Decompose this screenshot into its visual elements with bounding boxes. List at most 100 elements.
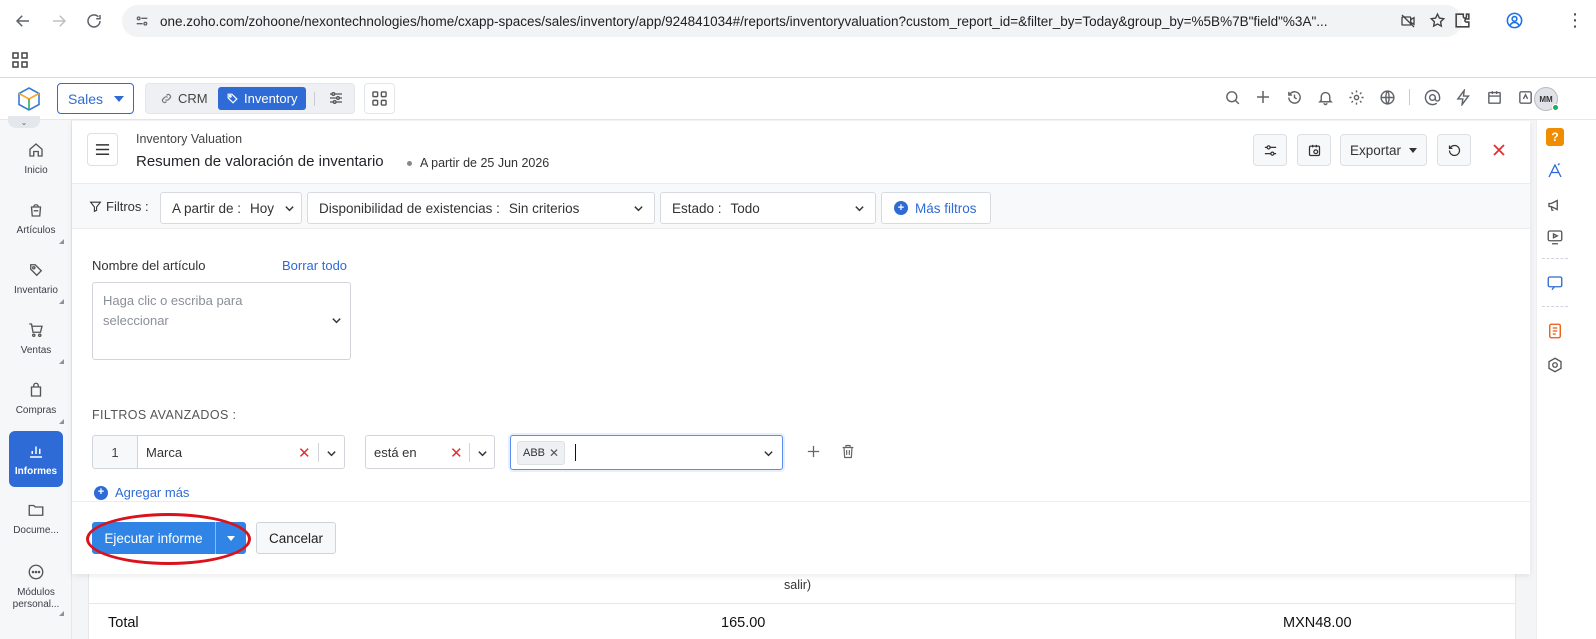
space-select[interactable]: Sales (57, 83, 134, 114)
clear-operator-icon[interactable]: ✕ (450, 444, 463, 462)
status-filter-label: Estado : (672, 200, 722, 216)
divider (1542, 306, 1568, 307)
more-filters-button[interactable]: + Más filtros (881, 192, 991, 224)
as-of-filter-value: Hoy (250, 200, 275, 216)
app-header: Sales CRM Inventory MM (0, 78, 1596, 120)
sidebar-item-purchases[interactable]: Compras (0, 370, 72, 426)
online-status-dot (1552, 104, 1559, 111)
sidebar-item-custom-modules[interactable]: Módulos personal... (0, 556, 72, 618)
sidebar-item-documents[interactable]: Docume... (0, 490, 72, 546)
sidebar-item-home[interactable]: Inicio (0, 130, 72, 186)
bookmarks-bar (0, 42, 1596, 78)
clear-field-icon[interactable]: ✕ (298, 444, 311, 462)
sliders-icon[interactable] (328, 90, 344, 109)
video-tutorial-icon[interactable] (1546, 228, 1564, 246)
schedule-icon (1308, 144, 1320, 156)
refresh-report-button[interactable] (1437, 134, 1471, 166)
sidebar-item-inventory[interactable]: Inventario (0, 250, 72, 306)
chevron-down-icon (327, 451, 336, 457)
funnel-icon (89, 201, 102, 213)
page-title: Resumen de valoración de inventario (136, 153, 384, 170)
reload-icon[interactable] (77, 4, 111, 38)
sidebar-item-label: Compras (15, 404, 57, 416)
customize-report-button[interactable] (1253, 134, 1287, 166)
submenu-corner-icon (59, 419, 64, 424)
trash-icon[interactable] (840, 443, 856, 463)
more-dots-icon (28, 564, 44, 580)
sidebar-item-reports[interactable]: Informes (9, 431, 63, 487)
criteria-value-input[interactable]: ABB ✕ (510, 435, 783, 470)
grid-icon (372, 91, 387, 106)
globe-icon[interactable] (1378, 88, 1396, 106)
notebook-icon[interactable] (1546, 322, 1564, 340)
plus-icon[interactable] (1254, 88, 1272, 106)
browser-menu-icon[interactable]: ⋮ (1566, 11, 1584, 29)
avatar[interactable]: MM (1534, 87, 1559, 111)
caret-down-icon (227, 535, 235, 541)
chevron-down-icon (764, 451, 773, 457)
back-icon[interactable] (6, 4, 40, 38)
left-sidebar: ⌄ Inicio Artículos Inventario Ventas Com… (0, 116, 72, 639)
zia-icon[interactable] (1546, 162, 1564, 180)
status-filter[interactable]: Estado : Todo (660, 192, 876, 224)
at-mention-icon[interactable] (1423, 88, 1441, 106)
add-more-link[interactable]: + Agregar más (94, 485, 189, 500)
chevron-down-icon[interactable]: ⌄ (8, 116, 40, 128)
hamburger-menu-button[interactable] (87, 133, 118, 166)
valuation-table: salir) Total 165.00 MXN48.00 (88, 574, 1516, 639)
remove-tag-icon[interactable]: ✕ (549, 446, 559, 460)
run-options-dropdown[interactable] (216, 535, 246, 541)
profile-icon[interactable] (1505, 11, 1524, 30)
camera-blocked-icon[interactable] (1400, 13, 1416, 29)
report-date: A partir de 25 Jun 2026 (407, 156, 549, 170)
chevron-down-icon (478, 451, 487, 457)
megaphone-icon[interactable] (1546, 196, 1564, 214)
export-button[interactable]: Exportar (1340, 134, 1427, 166)
module-crm[interactable]: CRM (160, 91, 208, 106)
divider (1542, 258, 1568, 259)
report-date-text: A partir de 25 Jun 2026 (420, 156, 550, 170)
extensions-icon[interactable] (1453, 11, 1472, 30)
chat-icon[interactable] (1546, 274, 1564, 292)
bell-icon[interactable] (1316, 88, 1334, 106)
stock-availability-filter[interactable]: Disponibilidad de existencias : Sin crit… (307, 192, 655, 224)
run-report-button[interactable]: Ejecutar informe (92, 522, 246, 554)
cancel-button[interactable]: Cancelar (256, 522, 336, 554)
search-icon[interactable] (1223, 88, 1241, 106)
site-info-icon[interactable] (134, 13, 150, 29)
module-inventory[interactable]: Inventory (218, 87, 306, 110)
schedule-report-button[interactable] (1297, 134, 1331, 166)
history-icon[interactable] (1285, 88, 1303, 106)
status-filter-value: Todo (730, 200, 760, 216)
module-switcher: CRM Inventory (145, 83, 355, 114)
module-inventory-label: Inventory (244, 91, 298, 106)
folder-icon (28, 504, 44, 516)
lightning-icon[interactable] (1454, 88, 1472, 106)
as-of-filter[interactable]: A partir de : Hoy (160, 192, 302, 224)
bookmark-star-icon[interactable] (1429, 12, 1446, 29)
zoho-inventory-logo[interactable] (16, 86, 42, 112)
sidebar-item-sales[interactable]: Ventas (0, 310, 72, 366)
forward-icon[interactable] (42, 4, 76, 38)
add-criteria-icon[interactable] (805, 443, 822, 463)
breadcrumb: Inventory Valuation (136, 132, 243, 146)
sidebar-item-label: Inventario (14, 284, 58, 296)
item-name-select[interactable]: Haga clic o escriba para seleccionar (92, 282, 351, 360)
criteria-operator-select[interactable]: está en ✕ (365, 435, 495, 469)
apps-grid-button[interactable] (364, 83, 395, 114)
sidebar-item-label: Módulos personal... (12, 587, 60, 610)
close-icon[interactable] (1492, 141, 1506, 162)
address-bar[interactable]: one.zoho.com/zohoone/nexontechnologies/h… (122, 5, 1462, 37)
integrations-icon[interactable] (1546, 356, 1564, 374)
as-of-filter-label: A partir de : (172, 200, 242, 216)
submenu-corner-icon (59, 239, 64, 244)
criteria-field-select[interactable]: Marca ✕ (137, 435, 345, 469)
divider (314, 92, 315, 106)
clear-all-link[interactable]: Borrar todo (282, 258, 347, 273)
sidebar-item-items[interactable]: Artículos (0, 190, 72, 246)
calendar-icon[interactable] (1485, 88, 1503, 106)
apps-grid-icon[interactable] (12, 51, 28, 68)
help-icon[interactable]: ? (1546, 128, 1564, 146)
gear-icon[interactable] (1347, 88, 1365, 106)
notes-icon[interactable] (1516, 88, 1534, 106)
